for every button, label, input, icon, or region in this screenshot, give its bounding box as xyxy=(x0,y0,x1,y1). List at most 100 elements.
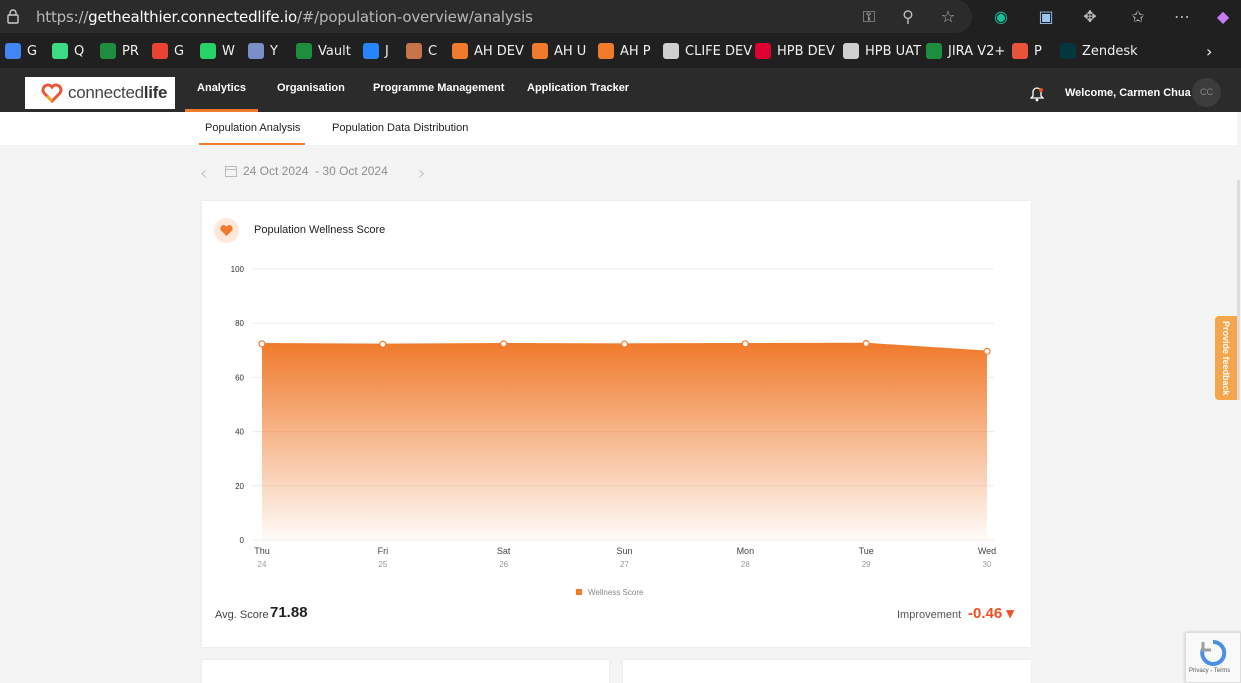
bookmark-10[interactable]: AH U xyxy=(532,42,586,60)
lock-icon[interactable] xyxy=(6,8,20,24)
nav-programme-management[interactable]: Programme Management xyxy=(373,69,504,112)
next-range-chevron-icon[interactable]: › xyxy=(418,163,425,184)
lower-card-right xyxy=(623,660,1031,683)
bookmark-13[interactable]: HPB DEV xyxy=(755,42,835,60)
wellness-heart-icon xyxy=(214,218,239,243)
notification-bell-icon[interactable] xyxy=(1030,86,1044,102)
key-icon[interactable]: ⚿ xyxy=(859,7,879,27)
subnav: Population Analysis Population Data Dist… xyxy=(0,112,1241,145)
url-text[interactable]: https://gethealthier.connectedlife.io/#/… xyxy=(36,8,533,26)
extensions-icon[interactable]: ✥ xyxy=(1080,7,1100,27)
data-point xyxy=(741,340,749,348)
x-tick-sublabel: 29 xyxy=(862,560,871,569)
avg-score-label: Avg. Score xyxy=(215,609,269,621)
gmail-icon xyxy=(152,43,168,59)
tab-population-analysis[interactable]: Population Analysis xyxy=(205,122,300,134)
recaptcha-badge[interactable] xyxy=(1185,632,1241,683)
series-area xyxy=(262,343,987,540)
jira-icon xyxy=(363,43,379,59)
x-tick-label: Fri xyxy=(378,546,389,556)
previous-range-chevron-icon[interactable]: ‹ xyxy=(200,163,207,184)
bookmark-9[interactable]: AH DEV xyxy=(452,42,524,60)
bookmark-11[interactable]: AH P xyxy=(598,42,651,60)
angular-icon xyxy=(755,43,771,59)
bookmark-label: P xyxy=(1034,43,1042,59)
bookmark-4[interactable]: W xyxy=(200,42,235,60)
bookmark-0[interactable]: G xyxy=(5,42,37,60)
bookmark-label: G xyxy=(174,43,185,59)
bookmark-3[interactable]: G xyxy=(152,42,184,60)
bookmark-label: Q xyxy=(74,43,85,59)
wellness-area-chart: 0 20 40 60 80 100 Thu 24 Fri 25 Sat 26 Sun 27 Mon 28 Tue… xyxy=(231,265,997,597)
bookmark-label: CLIFE DEV xyxy=(685,43,753,59)
zoom-icon[interactable]: ⚲ xyxy=(898,7,918,27)
bookmark-17[interactable]: Zendesk xyxy=(1060,42,1138,60)
bookmark-2[interactable]: PR xyxy=(100,42,139,60)
connectedlife-logo[interactable]: connectedlife xyxy=(25,77,175,109)
bookmark-6[interactable]: Vault xyxy=(296,42,351,60)
heart-link-icon xyxy=(598,43,614,59)
x-tick-label: Wed xyxy=(978,546,996,556)
copilot-icon[interactable]: ◆ xyxy=(1213,7,1233,27)
logo-text: connectedlife xyxy=(68,83,168,102)
bookmark-label: AH P xyxy=(620,43,651,59)
y-tick-label: 100 xyxy=(231,265,245,274)
heart-link-icon xyxy=(452,43,468,59)
x-tick-label: Tue xyxy=(859,546,874,556)
bookmark-14[interactable]: HPB UAT xyxy=(843,42,921,60)
bookmark-5[interactable]: Y xyxy=(248,42,278,60)
y-tick-label: 20 xyxy=(235,482,244,491)
sheets-icon xyxy=(100,43,116,59)
nav-analytics[interactable]: Analytics xyxy=(185,69,258,112)
zendesk-icon xyxy=(1060,43,1076,59)
bookmark-label: HPB DEV xyxy=(777,43,835,59)
recaptcha-links[interactable]: Privacy - Terms xyxy=(1189,668,1230,674)
data-point xyxy=(379,340,387,348)
bookmark-12[interactable]: CLIFE DEV xyxy=(663,42,752,60)
bookmark-label: PR xyxy=(122,43,139,59)
nav-application-tracker[interactable]: Application Tracker xyxy=(527,69,629,112)
x-tick-sublabel: 30 xyxy=(983,560,992,569)
heart-link-icon xyxy=(532,43,548,59)
yammer-icon xyxy=(248,43,264,59)
provide-feedback-button[interactable]: Provide feedback xyxy=(1215,316,1237,400)
scrollbar-thumb[interactable] xyxy=(1237,180,1240,400)
sheets-icon xyxy=(926,43,942,59)
legend-label: Wellness Score xyxy=(588,588,644,597)
bookmark-15[interactable]: JIRA V2+ xyxy=(926,42,1005,60)
lower-card-left xyxy=(202,660,609,683)
screen-capture-icon[interactable]: ▣ xyxy=(1036,7,1056,27)
bookmark-label: Y xyxy=(270,43,278,59)
bookmark-8[interactable]: C xyxy=(406,42,437,60)
tab-population-data-distribution[interactable]: Population Data Distribution xyxy=(332,122,468,134)
date-range[interactable]: 24 Oct 2024 - 30 Oct 2024 xyxy=(243,164,388,178)
legend-swatch xyxy=(576,589,582,595)
favorites-icon[interactable]: ✩ xyxy=(1128,7,1148,27)
bookmark-label: AH DEV xyxy=(474,43,524,59)
url-field[interactable]: https://gethealthier.connectedlife.io/#/… xyxy=(0,0,972,33)
favorite-star-icon[interactable]: ☆ xyxy=(938,7,958,27)
bookmark-16[interactable]: P xyxy=(1012,42,1042,60)
improvement-value: -0.46 ▾ xyxy=(968,605,1014,622)
calendar-icon[interactable] xyxy=(225,165,237,177)
logo-heart-icon xyxy=(41,83,63,103)
bookmarks-overflow-chevron-icon[interactable]: › xyxy=(1206,42,1212,61)
document-icon xyxy=(843,43,859,59)
nav-organisation[interactable]: Organisation xyxy=(277,69,345,112)
photo-icon xyxy=(406,43,422,59)
document-icon xyxy=(663,43,679,59)
y-tick-label: 0 xyxy=(240,536,245,545)
bookmark-label: Vault xyxy=(318,43,351,59)
data-point xyxy=(983,347,991,355)
app-header: connectedlife Analytics Organisation Pro… xyxy=(0,69,1241,112)
bookmark-label: C xyxy=(428,43,438,59)
x-tick-sublabel: 25 xyxy=(378,560,387,569)
more-menu-icon[interactable]: ⋯ xyxy=(1172,7,1192,27)
bookmark-1[interactable]: Q xyxy=(52,42,84,60)
grammarly-icon[interactable]: ◉ xyxy=(991,7,1011,27)
android-icon xyxy=(52,43,68,59)
bookmark-label: AH U xyxy=(554,43,587,59)
bookmark-7[interactable]: J xyxy=(363,42,389,60)
avatar[interactable]: CC xyxy=(1192,78,1221,107)
x-tick-sublabel: 26 xyxy=(499,560,508,569)
